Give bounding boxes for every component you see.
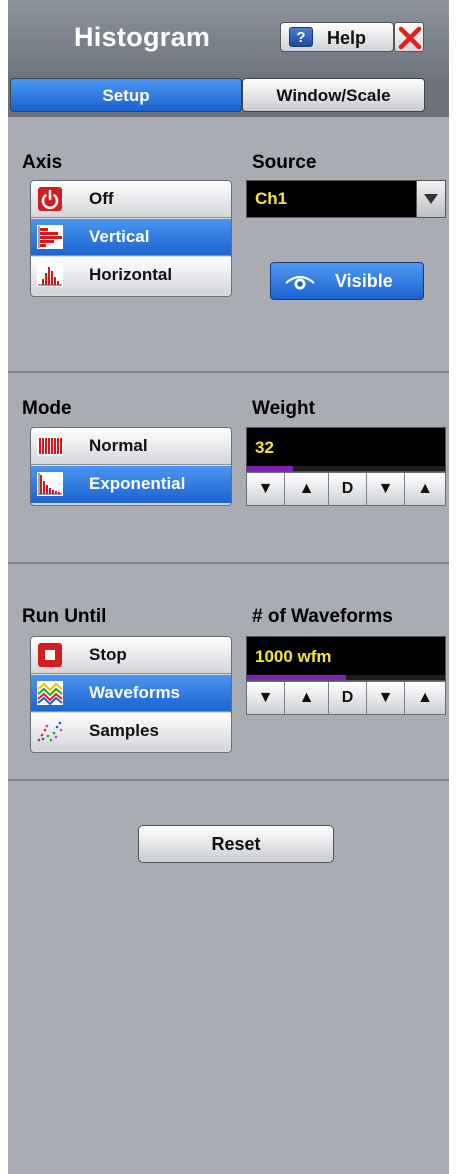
help-label: Help	[327, 28, 367, 48]
waveforms-icon	[37, 681, 63, 705]
mode-exponential-label: Exponential	[89, 474, 186, 493]
samples-icon	[37, 721, 63, 742]
waveforms-coarse-up-button[interactable]: ▲	[285, 682, 329, 714]
waveforms-default-button[interactable]: D	[329, 682, 367, 714]
axis-off-button[interactable]: Off	[31, 181, 231, 218]
waveforms-count-field[interactable]: 1000 wfm	[246, 636, 446, 681]
axis-off-label: Off	[89, 189, 114, 208]
horizontal-histogram-icon	[37, 263, 63, 287]
weight-label: Weight	[252, 398, 315, 419]
axis-horizontal-label: Horizontal	[89, 265, 173, 284]
weight-value: 32	[255, 438, 274, 457]
tab-bar: Setup Window/Scale	[8, 76, 449, 117]
mode-normal-label: Normal	[89, 436, 148, 455]
waveforms-fine-down-button[interactable]: ▼	[367, 682, 405, 714]
source-dropdown[interactable]: Ch1	[246, 180, 446, 218]
exponential-mode-icon	[37, 472, 63, 496]
waveforms-count-value: 1000 wfm	[255, 647, 332, 666]
axis-horizontal-button[interactable]: Horizontal	[31, 257, 231, 294]
divider	[8, 779, 449, 781]
title-bar: Histogram ? Help	[8, 0, 449, 76]
weight-coarse-up-button[interactable]: ▲	[285, 473, 329, 505]
vertical-histogram-icon	[37, 225, 63, 249]
close-button[interactable]	[394, 22, 424, 52]
axis-group: Off Vertical Horizontal	[30, 180, 232, 297]
waveforms-coarse-down-button[interactable]: ▼	[247, 682, 285, 714]
panel-title: Histogram	[74, 22, 211, 52]
run-stop-button[interactable]: Stop	[31, 637, 231, 674]
close-x-icon	[398, 26, 422, 50]
weight-fine-down-button[interactable]: ▼	[367, 473, 405, 505]
help-book-icon: ?	[289, 27, 313, 47]
divider	[8, 371, 449, 373]
help-button[interactable]: ? Help	[280, 22, 394, 52]
axis-vertical-button[interactable]: Vertical	[31, 219, 231, 256]
run-samples-button[interactable]: Samples	[31, 713, 231, 750]
mode-label: Mode	[22, 398, 72, 419]
tab-window-scale[interactable]: Window/Scale	[242, 78, 425, 112]
tab-setup[interactable]: Setup	[10, 78, 242, 112]
eye-icon	[285, 275, 315, 290]
waveforms-count-label: # of Waveforms	[252, 606, 393, 627]
run-waveforms-label: Waveforms	[89, 683, 181, 702]
mode-group: Normal Exponential	[30, 427, 232, 506]
run-until-label: Run Until	[22, 606, 107, 627]
mode-exponential-button[interactable]: Exponential	[31, 466, 231, 503]
source-label: Source	[252, 152, 317, 173]
divider	[8, 562, 449, 564]
run-waveforms-button[interactable]: Waveforms	[31, 675, 231, 712]
weight-stepper: ▼ ▲ D ▼ ▲	[246, 472, 446, 506]
dropdown-arrow[interactable]	[416, 181, 445, 217]
power-icon	[38, 187, 62, 211]
normal-mode-icon	[37, 436, 63, 456]
mode-normal-button[interactable]: Normal	[31, 428, 231, 465]
weight-progress-bar	[247, 466, 293, 471]
run-samples-label: Samples	[89, 721, 159, 740]
stop-icon	[38, 643, 62, 667]
weight-fine-up-button[interactable]: ▲	[405, 473, 445, 505]
waveforms-progress-bar	[247, 675, 346, 680]
chevron-down-icon	[424, 194, 438, 204]
reset-button[interactable]: Reset	[138, 825, 334, 863]
axis-vertical-label: Vertical	[89, 227, 150, 246]
visible-button[interactable]: Visible	[270, 262, 424, 300]
weight-field[interactable]: 32	[246, 427, 446, 472]
run-stop-label: Stop	[89, 645, 127, 664]
run-until-group: Stop Waveforms Samples	[30, 636, 232, 753]
source-value: Ch1	[255, 189, 288, 208]
histogram-panel: Histogram ? Help Setup Window/Scale Axis…	[8, 0, 449, 1174]
visible-label: Visible	[335, 271, 393, 291]
weight-coarse-down-button[interactable]: ▼	[247, 473, 285, 505]
waveforms-fine-up-button[interactable]: ▲	[405, 682, 445, 714]
axis-label: Axis	[22, 152, 63, 173]
weight-default-button[interactable]: D	[329, 473, 367, 505]
waveforms-stepper: ▼ ▲ D ▼ ▲	[246, 681, 446, 715]
